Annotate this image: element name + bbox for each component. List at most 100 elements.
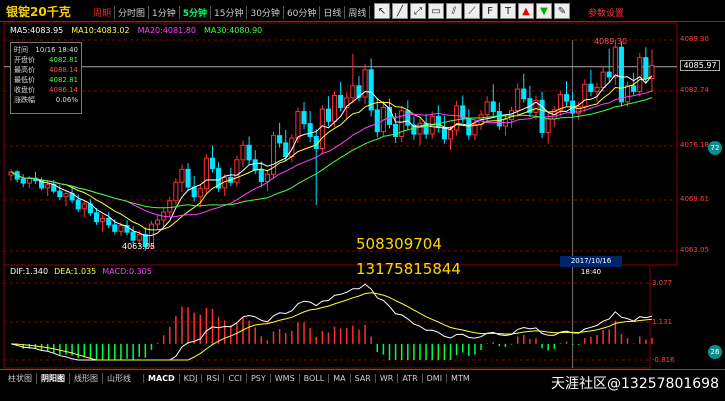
indicator-tab[interactable]: PSY (245, 373, 270, 383)
macd-tick-label: 1.131 (652, 318, 673, 326)
candle-body (167, 200, 173, 213)
watermark-phone: 13175815844 (356, 260, 461, 278)
candle-body (563, 94, 570, 102)
candle-body (588, 83, 594, 92)
info-row: 收盘价 4086.14 (14, 85, 78, 95)
macd-legend-item: DEA:1.035 (54, 267, 97, 276)
candle-body (557, 94, 563, 111)
candle-body (319, 108, 325, 150)
price-tick-label: 4082.74 (680, 86, 709, 94)
candle-body (521, 88, 527, 100)
ma-legend-item: MA20:4081.80 (137, 26, 196, 35)
candle-body (582, 83, 588, 108)
info-row: 最高价 4088.14 (14, 65, 78, 75)
indicator-tab[interactable]: MTM (446, 373, 474, 383)
info-key: 收盘价 (14, 86, 35, 94)
info-key: 时间 (14, 46, 28, 54)
indicator-tab[interactable]: BOLL (298, 373, 329, 383)
price-tick-label: 4089.30 (680, 35, 709, 43)
candle-body (100, 217, 106, 223)
candle-body (234, 159, 240, 183)
indicator-tab[interactable]: 柱状图 (4, 373, 36, 384)
candle-body (112, 224, 118, 232)
candle-body (618, 46, 624, 103)
price-tick-label: 4069.61 (680, 195, 709, 203)
candle-body (338, 94, 344, 109)
candle-body (258, 169, 264, 182)
indicator-tab[interactable]: MA (328, 373, 349, 383)
indicator-tab[interactable]: WMS (269, 373, 299, 383)
candle-body (454, 105, 460, 131)
info-value: 4082.81 (49, 56, 78, 64)
info-value: 4082.81 (49, 76, 78, 84)
candle-body (624, 85, 631, 103)
candlestick-chart[interactable] (0, 0, 725, 401)
candle-body (118, 225, 124, 232)
ma-legend: MA5:4083.95 MA10:4083.02 MA20:4081.80 MA30:… (10, 26, 262, 35)
indicator-tab[interactable]: 山形线 (102, 372, 135, 384)
info-value: 4086.14 (49, 86, 78, 94)
indicator-tab[interactable]: SAR (349, 373, 375, 383)
candle-body (417, 123, 423, 135)
indicator-tab[interactable]: 阴阳图 (36, 372, 69, 384)
ma-legend-item: MA5:4083.95 (10, 26, 64, 35)
candle-body (203, 157, 209, 190)
indicator-tab[interactable]: DMI (421, 373, 446, 383)
indicator-tab[interactable]: WR (374, 373, 397, 383)
candle-body (325, 108, 332, 122)
candle-body (631, 85, 637, 92)
candle-body (374, 109, 380, 133)
info-key: 开盘价 (14, 56, 35, 64)
candle-body (63, 193, 69, 198)
price-tick-label: 4076.18 (680, 141, 709, 149)
macd-legend: DIF:1.340 DEA:1.035 MACD:0.305 (10, 267, 152, 276)
candle-body (173, 181, 179, 202)
candle-body (496, 111, 502, 127)
indicator-tab[interactable]: KDJ (178, 373, 202, 383)
candle-body (26, 177, 32, 184)
macd-tick-label: 3.077 (652, 279, 673, 287)
macd-legend-item: MACD:0.305 (102, 267, 152, 276)
indicator-tab[interactable]: RSI (201, 373, 223, 383)
info-row: 最低价 4082.81 (14, 75, 78, 85)
crosshair-date-tag: 2017/10/16 18:40 (560, 256, 622, 276)
ma5-line (10, 74, 653, 237)
candle-body (136, 234, 142, 241)
candle-body (637, 57, 643, 92)
candle-body (350, 85, 356, 99)
candle-body (264, 173, 270, 182)
zoom-button[interactable]: 72 (708, 141, 722, 155)
info-value: 0.06% (55, 96, 78, 104)
ohlc-info-panel: 时间 10/16 18:40 开盘价 4082.81 最高价 4088.14 最低价 4082… (10, 42, 82, 114)
indicator-tab[interactable]: ATR (397, 373, 421, 383)
low-price-label: 4063.05 (122, 242, 156, 251)
dea-line (11, 292, 652, 361)
candle-body (490, 101, 496, 113)
candle-body (643, 57, 649, 80)
info-value: 10/16 18:40 (35, 46, 78, 54)
indicator-tab[interactable]: MACD (143, 373, 179, 383)
candle-body (307, 123, 313, 137)
price-tick-label: 4063.05 (680, 246, 709, 254)
zoom-button[interactable]: 26 (708, 345, 722, 359)
candle-body (447, 129, 454, 140)
candle-body (252, 159, 258, 171)
indicator-tab[interactable]: 线形图 (69, 372, 102, 384)
candle-body (81, 203, 87, 210)
ma-legend-item: MA30:4080.90 (203, 26, 263, 35)
macd-tick-label: -0.816 (652, 356, 675, 364)
candle-body (93, 212, 100, 223)
candle-body (600, 71, 606, 88)
candle-body (179, 168, 185, 183)
candle-body (246, 144, 252, 161)
candle-body (45, 184, 51, 189)
candle-body (301, 111, 307, 125)
candle-body (606, 71, 612, 78)
candle-body (545, 118, 551, 133)
ma10-line (10, 76, 653, 231)
info-key: 最低价 (14, 76, 35, 84)
indicator-tab[interactable]: CCI (223, 373, 246, 383)
candle-body (57, 190, 63, 198)
macd-chart-frame (3, 264, 651, 369)
info-key: 最高价 (14, 66, 35, 74)
